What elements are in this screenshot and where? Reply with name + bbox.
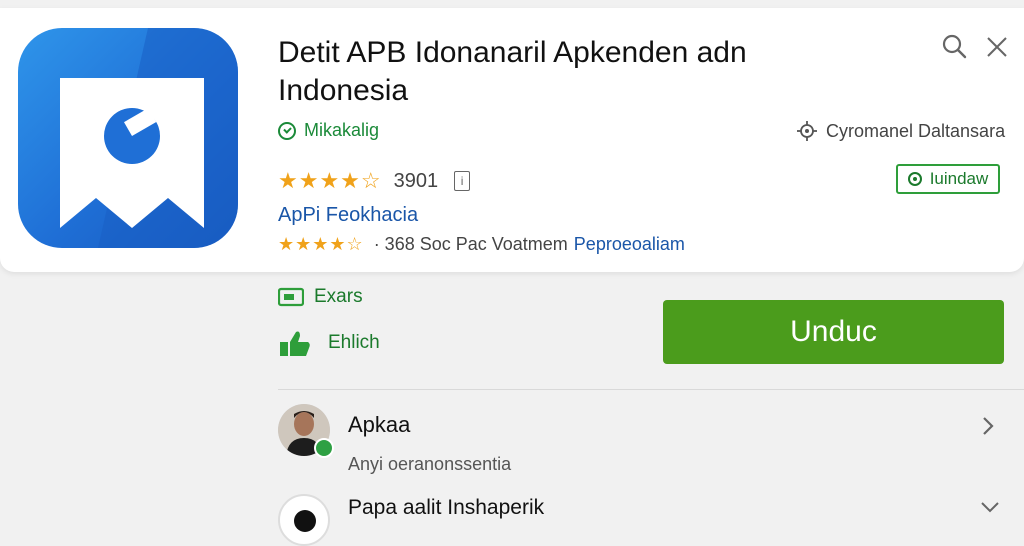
rating-detail-row: ★★★★☆ · 368 Soc Pac Voatmem Peproeoaliam bbox=[278, 234, 685, 255]
app-title-line-1: Detit APB Idonanaril Apkenden adn bbox=[278, 36, 747, 69]
review-text: Anyi oeranonssentia bbox=[348, 454, 512, 474]
radio-icon bbox=[907, 172, 922, 186]
app-title: Detit APB Idonanaril Apkenden adn Indone… bbox=[278, 34, 878, 110]
search-button[interactable] bbox=[940, 32, 970, 62]
verified-check-icon bbox=[278, 121, 296, 140]
rating-detail-stars: ★★★★☆ bbox=[278, 234, 364, 254]
chevron-down-icon[interactable] bbox=[980, 500, 1000, 518]
developer-link[interactable]: Mikakalig bbox=[278, 120, 379, 141]
rating-detail-link[interactable]: Peproeoaliam bbox=[574, 234, 685, 255]
verified-badge-icon bbox=[314, 438, 334, 458]
install-chip-label: Iuindaw bbox=[929, 169, 989, 188]
app-header-card: Detit APB Idonanaril Apkenden adn Indone… bbox=[0, 8, 1024, 272]
rating-stars: ★★★★☆ bbox=[278, 168, 382, 193]
app-icon bbox=[18, 28, 238, 248]
developer-name: Mikakalig bbox=[304, 120, 380, 140]
download-button[interactable]: Unduc bbox=[663, 300, 1004, 364]
review-author: Papa aalit Inshaperik bbox=[348, 496, 545, 519]
video-icon bbox=[278, 287, 304, 307]
feature-item-thumb[interactable]: Ehlich bbox=[278, 328, 380, 358]
feature-label: Ehlich bbox=[328, 332, 380, 353]
category-text: Cyromanel Daltansara bbox=[826, 120, 1006, 141]
divider bbox=[278, 389, 1024, 390]
app-logo-icon bbox=[60, 28, 238, 248]
install-chip-button[interactable]: Iuindaw bbox=[896, 164, 1000, 194]
app-title-line-2: Indonesia bbox=[278, 74, 409, 107]
avatar[interactable] bbox=[278, 404, 334, 458]
close-button[interactable] bbox=[982, 32, 1012, 62]
target-icon bbox=[797, 121, 817, 141]
review-author: Apkaa bbox=[348, 412, 411, 437]
search-icon bbox=[942, 34, 967, 59]
close-icon bbox=[987, 37, 1007, 57]
rating-row: ★★★★☆ 3901 i bbox=[278, 168, 471, 194]
rating-detail-meta: · 368 Soc Pac Voatmem bbox=[373, 234, 568, 254]
thumb-icon bbox=[280, 331, 310, 356]
publisher-link[interactable]: ApPi Feokhacia bbox=[278, 204, 418, 227]
category-label: Cyromanel Daltansara bbox=[796, 120, 1005, 142]
avatar[interactable] bbox=[278, 494, 330, 546]
feature-label: Exars bbox=[314, 286, 363, 307]
info-icon[interactable]: i bbox=[454, 171, 471, 191]
review-open-button[interactable] bbox=[980, 412, 998, 445]
feature-item-video[interactable]: Exars bbox=[278, 286, 363, 308]
chevron-right-icon bbox=[983, 417, 994, 435]
rating-count: 3901 bbox=[393, 169, 439, 192]
user-avatar-icon bbox=[294, 510, 316, 532]
